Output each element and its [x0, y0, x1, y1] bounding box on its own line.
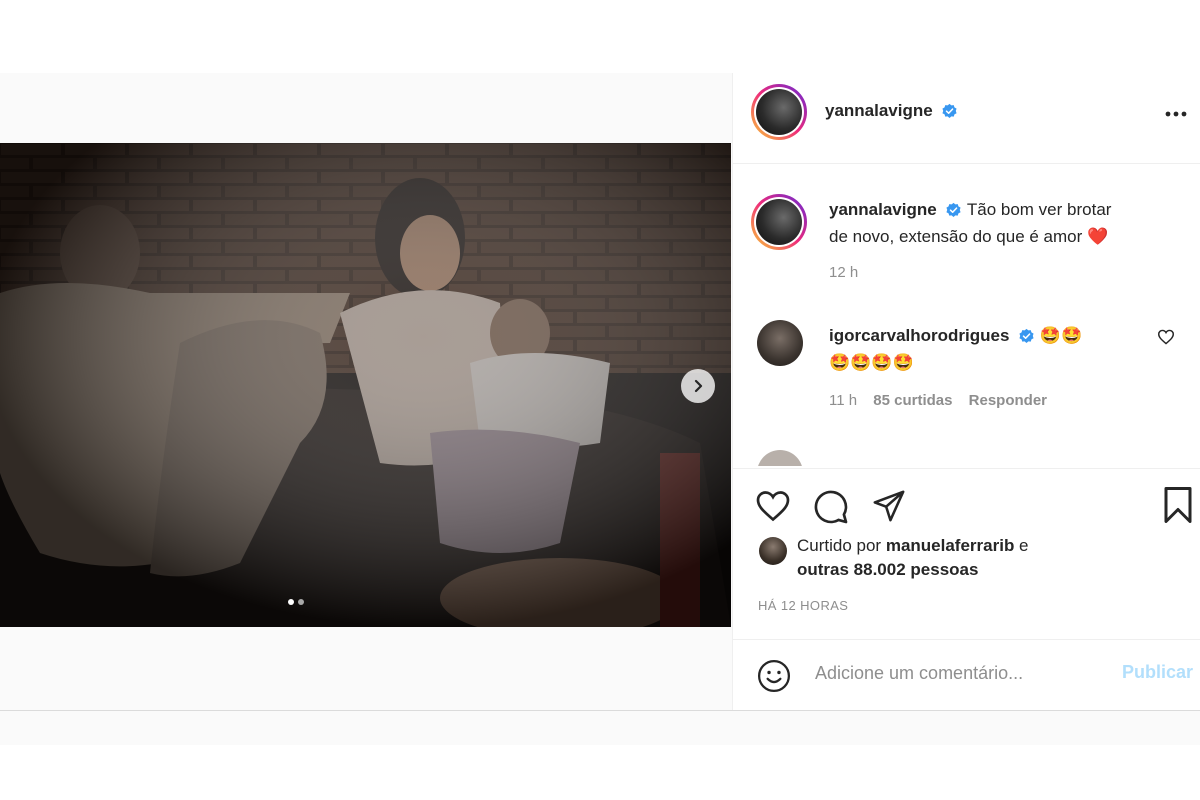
instagram-post: yannalavigne yannalavigne Tão bom ver br… — [0, 73, 1200, 711]
bookmark-icon[interactable] — [1163, 487, 1193, 523]
caption: yannalavigne Tão bom ver brotar de novo,… — [829, 196, 1179, 281]
caption-author-avatar[interactable] — [751, 194, 807, 250]
author-avatar[interactable] — [751, 84, 807, 140]
commenter-avatar[interactable] — [757, 320, 803, 366]
photo-illustration — [0, 143, 731, 627]
caption-text-line1: Tão bom ver brotar — [966, 200, 1112, 219]
next-photo-button[interactable] — [681, 369, 715, 403]
carousel-dot-active — [288, 599, 294, 605]
comment-text-line1: 🤩🤩 — [1039, 326, 1083, 345]
more-horizontal-icon — [1165, 111, 1187, 117]
comment-time: 11 h — [829, 392, 858, 409]
caption-time: 12 h — [829, 264, 859, 281]
verified-badge-icon — [946, 202, 962, 217]
comment-input[interactable] — [813, 662, 1107, 685]
caption-username[interactable]: yannalavigne — [829, 200, 937, 219]
next-comment-preview — [757, 450, 803, 466]
carousel-indicator — [288, 599, 304, 605]
liker-avatar[interactable] — [759, 537, 787, 565]
post-sidebar: yannalavigne yannalavigne Tão bom ver br… — [732, 73, 1200, 710]
caption-text-line2: de novo, extensão do que é amor — [829, 227, 1083, 246]
publish-button[interactable]: Publicar — [1122, 662, 1193, 683]
comment-meta: 11 h 85 curtidas Responder — [829, 392, 1149, 409]
comment-text-line2: 🤩🤩🤩🤩 — [829, 353, 914, 372]
add-comment-box: Publicar — [733, 639, 1200, 712]
comment-likes[interactable]: 85 curtidas — [873, 392, 952, 409]
heart-emoji: ❤️ — [1087, 227, 1109, 246]
post-actions: Curtido por manuelaferrarib e outras 88.… — [733, 468, 1200, 711]
likes-others-link[interactable]: outras 88.002 pessoas — [797, 560, 978, 579]
comment-like-heart-icon[interactable] — [1157, 329, 1175, 345]
comment-item: igorcarvalhorodrigues 🤩🤩 🤩🤩🤩🤩 11 h 85 cu… — [733, 314, 1200, 424]
post-header: yannalavigne — [733, 73, 1200, 164]
top-background — [0, 0, 1200, 73]
avatar-image — [756, 89, 802, 135]
verified-badge-icon — [942, 104, 957, 119]
like-heart-icon[interactable] — [755, 489, 791, 523]
verified-badge-icon — [1019, 328, 1034, 343]
author-name-row: yannalavigne — [825, 101, 958, 121]
liker-username[interactable]: manuelaferrarib — [886, 536, 1015, 555]
post-media-area — [0, 73, 732, 710]
comment-icon[interactable] — [813, 489, 849, 525]
share-icon[interactable] — [871, 489, 907, 523]
carousel-dot — [298, 599, 304, 605]
emoji-icon[interactable] — [757, 659, 791, 693]
bottom-background — [0, 745, 1200, 800]
more-options-button[interactable] — [1165, 97, 1187, 123]
comments-section: yannalavigne Tão bom ver brotar de novo,… — [733, 164, 1200, 466]
chevron-right-icon — [694, 379, 703, 393]
comment-reply-button[interactable]: Responder — [969, 392, 1047, 409]
likes-summary: Curtido por manuelaferrarib e outras 88.… — [797, 536, 1029, 579]
post-timestamp: HÁ 12 HORAS — [758, 598, 849, 613]
post-photo[interactable] — [0, 143, 731, 627]
avatar-image — [756, 199, 802, 245]
commenter-username[interactable]: igorcarvalhorodrigues — [829, 326, 1009, 345]
author-username[interactable]: yannalavigne — [825, 101, 933, 120]
